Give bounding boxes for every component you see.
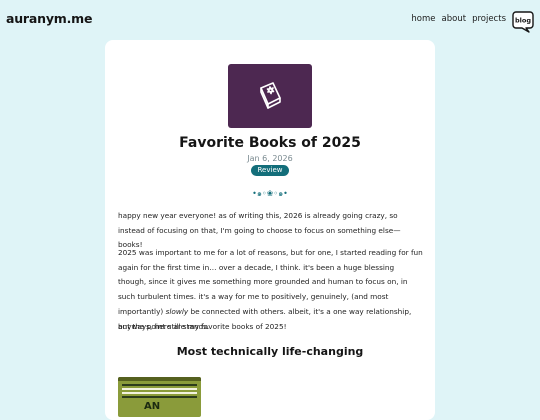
blog-speech-bubble-icon[interactable]: blog: [512, 9, 534, 33]
paragraph-2-emphasis: slowly: [165, 306, 189, 316]
post-hero-image: [228, 64, 312, 128]
paragraph-2-text-start: 2025 was important to me for a lot of re…: [118, 248, 423, 316]
post-tag-badge[interactable]: Review: [251, 165, 289, 176]
cover-text-line: [122, 384, 197, 386]
cover-text-line: [122, 388, 197, 390]
nav-link-projects[interactable]: projects: [472, 14, 506, 24]
cover-text-line: [122, 396, 197, 398]
section-heading: Most technically life-changing: [176, 345, 364, 358]
post-card: Favorite Books of 2025 Jan 6, 2026 Revie…: [105, 40, 435, 420]
book-icon: [260, 82, 281, 109]
main-nav: home about projects: [411, 14, 506, 24]
nav-link-about[interactable]: about: [442, 14, 467, 24]
post-title: Favorite Books of 2025: [179, 135, 361, 151]
site-logo[interactable]: auranym.me: [6, 11, 92, 26]
book-cover-image[interactable]: AN: [118, 377, 201, 417]
decorative-divider: •๑◦❀◦๑•: [252, 189, 288, 198]
post-paragraph-3: anyways, here are my favorite books of 2…: [118, 322, 287, 331]
top-bar: auranym.me home about projects blog: [0, 0, 540, 38]
cover-title-text: AN: [144, 401, 161, 412]
blog-icon-label: blog: [515, 17, 531, 25]
nav-link-home[interactable]: home: [411, 14, 435, 24]
cover-top-band: [118, 377, 201, 381]
cover-text-line: [122, 392, 197, 394]
post-date: Jan 6, 2026: [247, 154, 293, 163]
